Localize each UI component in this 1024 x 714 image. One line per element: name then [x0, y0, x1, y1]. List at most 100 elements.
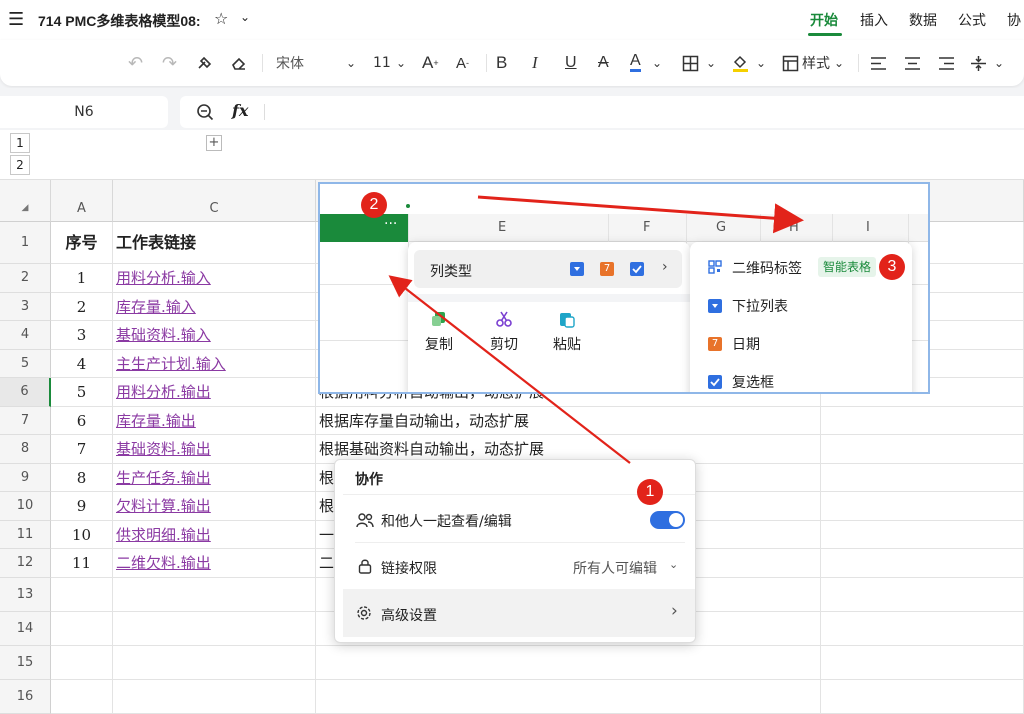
row-header[interactable]: 13 [0, 577, 51, 612]
row-header[interactable]: 11 [0, 520, 51, 549]
cell-empty[interactable] [821, 406, 1024, 435]
cell-empty[interactable] [821, 679, 1024, 714]
cell-sheet-link[interactable] [113, 577, 316, 612]
row-header[interactable]: 7 [0, 406, 51, 435]
row-header[interactable]: 8 [0, 435, 51, 464]
cell-sheet-link[interactable]: 库存量.输入 [113, 292, 316, 321]
cell-sheet-link[interactable] [113, 645, 316, 680]
tab-formula[interactable]: 公式 [958, 10, 986, 30]
cell-sheet-link[interactable]: 欠料计算.输出 [113, 492, 316, 521]
redo-icon[interactable]: ↷ [162, 52, 177, 74]
chevron-down-icon[interactable]: ⌄ [396, 52, 406, 74]
increase-font-icon[interactable]: A + [422, 52, 439, 74]
expand-plus-icon[interactable]: + [206, 135, 222, 151]
cell-index[interactable]: 1 [51, 264, 113, 293]
submenu-item-date[interactable]: 日期 [732, 334, 760, 354]
chevron-down-icon[interactable]: ⌄ [706, 52, 716, 74]
row-header[interactable]: 1 [0, 222, 51, 264]
cell-sheet-link[interactable] [113, 679, 316, 714]
cell-sheet-link[interactable]: 基础资料.输入 [113, 321, 316, 350]
format-painter-icon[interactable] [196, 52, 214, 74]
row-header[interactable]: 6 [0, 378, 51, 407]
font-size-select[interactable]: 11 [373, 52, 391, 74]
header-cell-link[interactable]: 工作表链接 [113, 222, 316, 264]
row-header[interactable]: 3 [0, 292, 51, 321]
chevron-down-icon[interactable]: ⌄ [346, 52, 356, 74]
star-icon[interactable]: ☆ [214, 9, 228, 28]
row-header[interactable]: 15 [0, 645, 51, 680]
cell-index[interactable]: 10 [51, 520, 113, 549]
submenu-item-checkbox[interactable]: 复选框 [732, 372, 774, 392]
cell-empty[interactable] [821, 520, 1024, 549]
cell-empty[interactable] [821, 549, 1024, 578]
cell-empty[interactable] [821, 463, 1024, 492]
cell-sheet-link[interactable]: 二维欠料.输出 [113, 549, 316, 578]
cell-index[interactable]: 3 [51, 321, 113, 350]
column-more-icon[interactable]: ··· [384, 216, 397, 232]
cell-index[interactable] [51, 577, 113, 612]
tab-insert[interactable]: 插入 [860, 10, 888, 30]
formula-input[interactable]: fx [180, 96, 1024, 128]
paste-button[interactable]: 粘贴 [553, 334, 581, 354]
column-header-a[interactable]: A [51, 180, 113, 222]
row-header[interactable]: 16 [0, 679, 51, 714]
align-center-icon[interactable] [904, 52, 921, 74]
cell-sheet-link[interactable]: 库存量.输出 [113, 406, 316, 435]
cell-index[interactable]: 2 [51, 292, 113, 321]
align-right-icon[interactable] [938, 52, 955, 74]
decrease-font-icon[interactable]: A- [456, 52, 469, 74]
chevron-down-icon[interactable]: ⌄ [652, 52, 662, 74]
cell-index[interactable] [51, 645, 113, 680]
font-color-icon[interactable]: A [630, 52, 641, 72]
chevron-down-icon[interactable]: ⌄ [669, 558, 678, 571]
tab-collab[interactable]: 协 [1007, 10, 1021, 30]
row-header[interactable]: 5 [0, 349, 51, 378]
cell-sheet-link[interactable]: 供求明细.输出 [113, 520, 316, 549]
outline-level-1-button[interactable]: 1 [10, 133, 30, 153]
cell-index[interactable]: 4 [51, 349, 113, 378]
style-button[interactable]: 样式 ⌄ [782, 52, 844, 74]
cell-sheet-link[interactable]: 用料分析.输出 [113, 378, 316, 407]
column-header-c[interactable]: C [113, 180, 316, 222]
cell-empty[interactable] [821, 435, 1024, 464]
chevron-down-icon[interactable]: ⌄ [994, 52, 1004, 74]
row-header[interactable]: 10 [0, 492, 51, 521]
bold-icon[interactable]: B [496, 52, 507, 74]
cell-index[interactable]: 7 [51, 435, 113, 464]
cell-reference-box[interactable]: N6 [0, 96, 168, 128]
border-icon[interactable] [682, 52, 699, 74]
cut-button[interactable]: 剪切 [490, 334, 518, 354]
document-title[interactable]: 714 PMC多维表格模型08: [38, 11, 201, 31]
tab-home[interactable]: 开始 [810, 10, 838, 30]
cell-sheet-link[interactable]: 主生产计划.输入 [113, 349, 316, 378]
italic-icon[interactable]: I [532, 52, 538, 74]
underline-icon[interactable]: U [565, 52, 577, 74]
cell-index[interactable] [51, 611, 113, 646]
cell-empty[interactable] [821, 611, 1024, 646]
strikethrough-icon[interactable]: A [598, 52, 609, 74]
outline-level-2-button[interactable]: 2 [10, 155, 30, 175]
font-name-select[interactable]: 宋体 [276, 52, 304, 74]
tab-data[interactable]: 数据 [909, 10, 937, 30]
copy-button[interactable]: 复制 [425, 334, 453, 354]
cell-sheet-link[interactable] [113, 611, 316, 646]
cell-index[interactable]: 8 [51, 463, 113, 492]
view-edit-toggle[interactable] [650, 511, 685, 529]
header-cell-index[interactable]: 序号 [51, 222, 113, 264]
cell-sheet-link[interactable]: 用料分析.输入 [113, 264, 316, 293]
cut-icon[interactable] [495, 310, 513, 328]
cell-index[interactable]: 9 [51, 492, 113, 521]
copy-icon[interactable] [430, 310, 450, 330]
fill-color-icon[interactable] [732, 52, 749, 74]
vertical-align-icon[interactable] [970, 52, 987, 74]
cell-description[interactable] [316, 645, 821, 680]
zoom-search-icon[interactable] [196, 103, 214, 121]
select-all-corner-icon[interactable]: ◢ [0, 180, 51, 222]
selected-column-header[interactable]: ··· [320, 214, 408, 242]
cell-index[interactable] [51, 679, 113, 714]
undo-icon[interactable]: ↶ [128, 52, 143, 74]
link-permission-select[interactable]: 所有人可编辑 [573, 558, 657, 578]
cell-sheet-link[interactable]: 基础资料.输出 [113, 435, 316, 464]
row-header[interactable]: 2 [0, 264, 51, 293]
chevron-down-icon[interactable]: ⌄ [240, 10, 250, 24]
